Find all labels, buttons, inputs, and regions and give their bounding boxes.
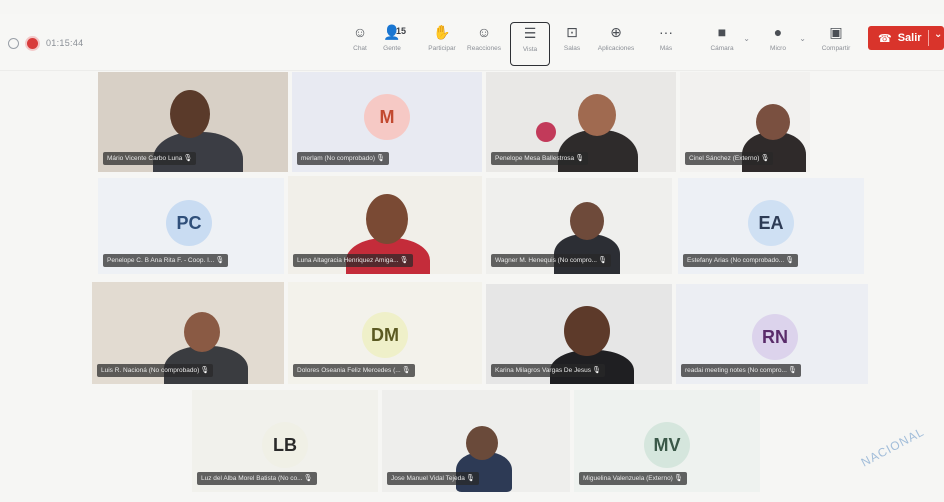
mic-muted-icon: 🎙 xyxy=(598,257,607,264)
mic-muted-icon: 🎙 xyxy=(183,155,193,162)
mic-muted-icon: 🎙 xyxy=(760,155,770,162)
participant-tile[interactable]: Luna Altagracia Henriquez Amiga... 🎙 xyxy=(288,176,482,274)
participant-tile[interactable]: Karina Milagros Vargas De Jesus 🎙 xyxy=(486,284,672,384)
camera-icon: ■ xyxy=(717,24,727,40)
share-button[interactable]: ▣ Compartir xyxy=(816,22,856,66)
leave-options-chevron-icon[interactable]: ⌄ xyxy=(934,29,942,40)
participant-name: Luis R. Nacioná (No comprobado) 🎙 xyxy=(97,364,214,377)
participant-name: readai meeting notes (No compro... 🎙 xyxy=(681,364,801,377)
mic-muted-icon: 🎙 xyxy=(376,155,386,162)
camera-button[interactable]: ■ Cámara ⌄ xyxy=(702,22,750,66)
more-icon: ··· xyxy=(659,24,673,40)
reactions-button[interactable]: ☺ Reacciones xyxy=(464,22,504,66)
participant-tile[interactable]: Cinel Sánchez (Externo) 🎙 xyxy=(680,72,810,172)
participant-tile[interactable]: Jose Manuel Vidal Tejeda 🎙 xyxy=(382,390,570,492)
people-button[interactable]: 👤 15 Gente xyxy=(372,22,412,66)
participant-tile[interactable]: Luis R. Nacioná (No comprobado) 🎙 xyxy=(92,282,284,384)
raise-hand-icon: ✋ xyxy=(433,24,451,40)
participant-name: Miguelina Valenzuela (Externo) 🎙 xyxy=(579,472,687,485)
recording-indicator: 01:15:44 xyxy=(8,36,83,50)
meeting-timer: 01:15:44 xyxy=(46,38,84,48)
participant-avatar: RN xyxy=(752,314,798,360)
shield-icon xyxy=(8,37,19,49)
leave-label: Salir xyxy=(897,32,922,44)
participant-name: Dolores Oseania Feliz Mercedes (... 🎙 xyxy=(293,364,415,377)
watermark: NACIONAL xyxy=(858,424,927,470)
participant-name: Estefany Arias (No comprobado... 🎙 xyxy=(683,254,799,267)
participant-avatar: M xyxy=(364,94,410,140)
phone-hangup-icon: ☎ xyxy=(878,32,892,45)
rooms-button[interactable]: ⊡ Salas xyxy=(552,22,592,66)
mic-options-chevron-icon[interactable]: ⌄ xyxy=(799,34,806,43)
mic-muted-icon: 🎙 xyxy=(673,475,683,482)
participant-name: Mário Vicente Carbo Luna 🎙 xyxy=(103,152,197,165)
participant-tile[interactable]: MV Miguelina Valenzuela (Externo) 🎙 xyxy=(574,390,760,492)
mic-icon: ● xyxy=(773,24,783,40)
participant-avatar: EA xyxy=(748,200,794,246)
participant-avatar: LB xyxy=(262,422,308,468)
participant-tile[interactable]: Wagner M. Henequis (No compro... 🎙 xyxy=(486,178,672,274)
participant-name: Karina Milagros Vargas De Jesus 🎙 xyxy=(491,364,605,377)
leave-button[interactable]: ☎ Salir ⌄ xyxy=(868,26,944,50)
mic-button[interactable]: ● Micro ⌄ xyxy=(758,22,806,66)
camera-options-chevron-icon[interactable]: ⌄ xyxy=(743,34,750,43)
meeting-toolbar: 01:15:44 ☺ Chat 👤 15 Gente ✋ Participar … xyxy=(0,14,944,71)
participant-name: Jose Manuel Vidal Tejeda 🎙 xyxy=(387,472,479,485)
recording-icon xyxy=(27,37,38,49)
people-count: 15 xyxy=(396,26,407,36)
more-button[interactable]: ··· Más xyxy=(646,22,686,66)
participant-name: Luna Altagracia Henriquez Amiga... 🎙 xyxy=(293,254,413,267)
mic-muted-icon: 🎙 xyxy=(399,257,409,264)
mic-muted-icon: 🎙 xyxy=(788,367,797,374)
mic-muted-icon: 🎙 xyxy=(200,367,210,374)
participant-tile[interactable]: LB Luz del Alba Morel Batista (No co... 🎙 xyxy=(192,390,378,492)
participant-tile[interactable]: RN readai meeting notes (No compro... 🎙 xyxy=(676,284,868,384)
apps-icon: ⊕ xyxy=(610,24,622,40)
apps-button[interactable]: ⊕ Aplicaciones xyxy=(596,22,636,66)
participant-name: Penelope Mesa Ballestrosa 🎙 xyxy=(491,152,589,165)
participant-avatar: DM xyxy=(362,312,408,358)
mic-muted-icon: 🎙 xyxy=(575,155,585,162)
mic-muted-icon: 🎙 xyxy=(401,367,411,374)
participant-name: Penelope C. B Ana Rita F. - Coop. I... 🎙 xyxy=(103,254,229,267)
participant-name: Cinel Sánchez (Externo) 🎙 xyxy=(685,152,774,165)
reactions-icon: ☺ xyxy=(476,24,492,40)
participant-name: Luz del Alba Morel Batista (No co... 🎙 xyxy=(197,472,317,485)
mic-muted-icon: 🎙 xyxy=(592,367,601,374)
participant-avatar: MV xyxy=(644,422,690,468)
participant-tile[interactable]: EA Estefany Arias (No comprobado... 🎙 xyxy=(678,178,864,274)
participant-avatar: PC xyxy=(166,200,212,246)
participant-tile[interactable]: Mário Vicente Carbo Luna 🎙 xyxy=(98,72,288,172)
participant-tile[interactable]: DM Dolores Oseania Feliz Mercedes (... 🎙 xyxy=(288,282,482,384)
mic-muted-icon: 🎙 xyxy=(215,257,225,264)
participant-name: merlam (No comprobado) 🎙 xyxy=(297,152,390,165)
mic-muted-icon: 🎙 xyxy=(465,475,475,482)
mic-muted-icon: 🎙 xyxy=(785,257,795,264)
raise-hand-button[interactable]: ✋ Participar xyxy=(422,22,462,66)
participant-tile[interactable]: Penelope Mesa Ballestrosa 🎙 xyxy=(486,72,676,172)
leave-divider xyxy=(928,30,929,46)
participant-tile[interactable]: PC Penelope C. B Ana Rita F. - Coop. I..… xyxy=(98,178,284,274)
view-icon: ☰ xyxy=(523,25,537,41)
participant-name: Wagner M. Henequis (No compro... 🎙 xyxy=(491,254,611,267)
rooms-icon: ⊡ xyxy=(566,24,578,40)
participant-tile[interactable]: M merlam (No comprobado) 🎙 xyxy=(292,72,482,172)
mic-muted-icon: 🎙 xyxy=(303,475,313,482)
share-icon: ▣ xyxy=(829,24,843,40)
view-button[interactable]: ☰ Vista xyxy=(510,22,550,66)
